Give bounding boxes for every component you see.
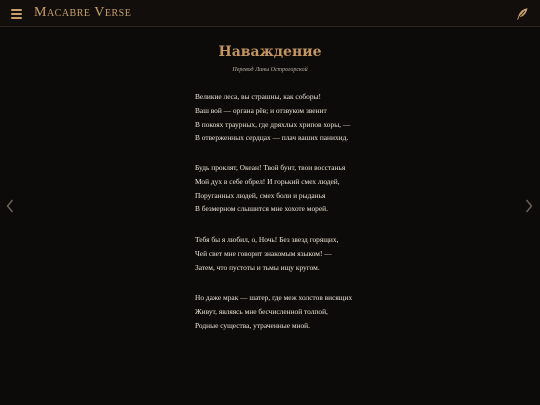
- stanza-1: Великие леса, вы страшны, как соборы! Ва…: [195, 90, 415, 145]
- quill-button[interactable]: [515, 6, 529, 20]
- stanza-2: Будь проклят, Океан! Твой бунт, твои вос…: [195, 161, 415, 216]
- top-bar: Macabre Verse: [0, 0, 540, 27]
- poem-line: Ваш вой — органа рёв; и отзвуком звенит: [195, 105, 327, 115]
- poem-line: Мой дух в себе обрел! И горький смех люд…: [195, 176, 340, 186]
- poem-line: Тебя бы я любил, о, Ночь! Без звезд горя…: [195, 235, 339, 244]
- poem-line: В безмерном слышится мне хохоте морей.: [195, 204, 328, 214]
- poem-line: Но даже мрак — шатер, где меж холстов ви…: [195, 293, 353, 302]
- next-poem-button[interactable]: [524, 198, 534, 214]
- poem-line: В отверженных сердцах — плач ваших паних…: [195, 133, 349, 143]
- poem-line: Чей свет мне говорит знакомым языком! —: [195, 248, 332, 258]
- menu-button[interactable]: [11, 8, 23, 19]
- poem-line: Будь проклят, Океан! Твой бунт, твои вос…: [195, 163, 346, 172]
- hamburger-menu-icon: [11, 9, 22, 11]
- site-brand[interactable]: Macabre Verse: [34, 5, 131, 21]
- poem-translator: Перевод Лины Острогорской: [232, 67, 308, 73]
- poem-title: Наваждение: [218, 44, 322, 60]
- poem-line: В покоях траурных, где дряхлых хрипов хо…: [195, 119, 351, 129]
- previous-poem-button[interactable]: [5, 198, 15, 214]
- stanza-4: Но даже мрак — шатер, где меж холстов ви…: [195, 291, 415, 332]
- chevron-right-icon: [525, 199, 533, 213]
- quill-feather-icon: [517, 8, 528, 20]
- poem-line: Живут, являясь мне бесчисленной толпой,: [195, 306, 328, 316]
- hamburger-menu-icon: [11, 13, 22, 15]
- stanza-3: Тебя бы я любил, о, Ночь! Без звезд горя…: [195, 233, 415, 274]
- poem-line: Поруганных людей, смех боли и рыданья: [195, 190, 326, 200]
- poem-line: Великие леса, вы страшны, как соборы!: [195, 92, 321, 101]
- hamburger-menu-icon: [11, 17, 22, 19]
- poem-line: Родные существа, утраченные мной.: [195, 320, 310, 330]
- poem-line: Затем, что пустоты и тьмы ищу кругом.: [195, 262, 320, 272]
- chevron-left-icon: [6, 199, 14, 213]
